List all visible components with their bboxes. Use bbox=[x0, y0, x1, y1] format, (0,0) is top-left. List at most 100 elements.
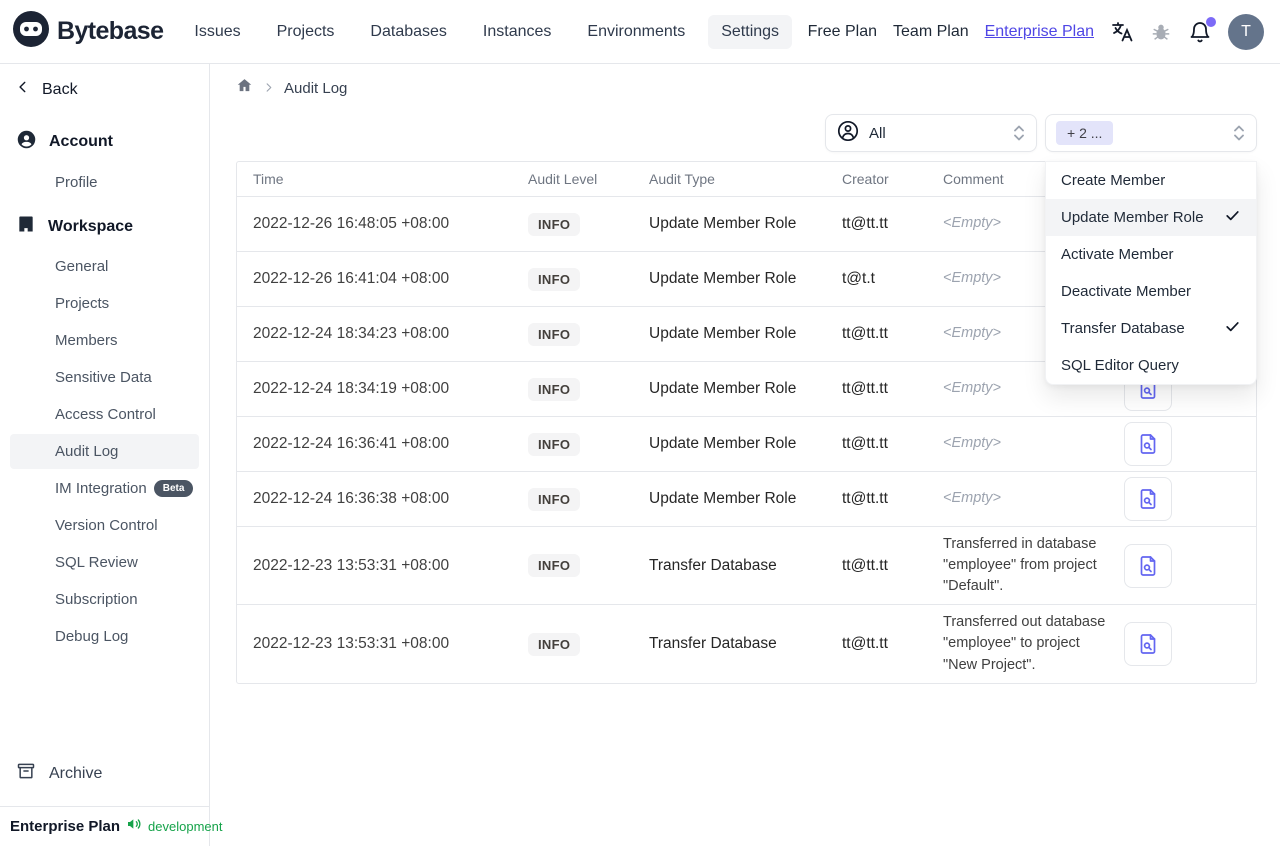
cell-creator: tt@tt.tt bbox=[842, 435, 888, 452]
sidebar-item-sql-review[interactable]: SQL Review bbox=[0, 545, 209, 580]
sidebar-item-version-control[interactable]: Version Control bbox=[0, 508, 209, 543]
account-items: Profile bbox=[0, 165, 209, 200]
notification-bell-icon[interactable] bbox=[1188, 16, 1216, 44]
sidebar-item-profile[interactable]: Profile bbox=[0, 165, 209, 200]
nav-item-issues[interactable]: Issues bbox=[181, 15, 253, 49]
view-detail-button[interactable] bbox=[1124, 543, 1172, 588]
check-icon bbox=[1224, 318, 1241, 339]
creator-filter-select[interactable]: All bbox=[825, 114, 1037, 152]
audit-log-row: 2022-12-23 13:53:31 +08:00 INFO Transfer D… bbox=[237, 605, 1256, 683]
creator-filter-value: All bbox=[869, 124, 886, 142]
sidebar-item-audit-log[interactable]: Audit Log bbox=[10, 434, 199, 469]
cell-audit-level: INFO bbox=[512, 212, 633, 236]
check-icon bbox=[1224, 207, 1241, 228]
cell-actions bbox=[1116, 477, 1256, 521]
team-plan-link[interactable]: Team Plan bbox=[893, 23, 969, 41]
audit-level-badge: INFO bbox=[528, 632, 581, 656]
nav-right: Free Plan Team Plan Enterprise Plan T bbox=[808, 13, 1264, 50]
audit-log-row: 2022-12-24 16:36:41 +08:00 INFO Update Mem… bbox=[237, 417, 1256, 472]
cell-time: 2022-12-26 16:41:04 +08:00 bbox=[253, 270, 450, 287]
current-plan-label: Enterprise Plan bbox=[10, 818, 121, 835]
select-chevrons-icon bbox=[1232, 124, 1246, 142]
user-avatar[interactable]: T bbox=[1228, 13, 1264, 50]
menu-item-label: Update Member Role bbox=[1061, 209, 1204, 226]
back-button[interactable]: Back bbox=[0, 76, 209, 103]
cell-audit-level: INFO bbox=[512, 267, 633, 291]
sidebar-item-general[interactable]: General bbox=[0, 249, 209, 284]
notification-dot bbox=[1206, 16, 1216, 27]
bytebase-logo-icon bbox=[12, 10, 50, 53]
cell-time: 2022-12-26 16:48:05 +08:00 bbox=[253, 215, 450, 232]
nav-item-databases[interactable]: Databases bbox=[357, 15, 460, 49]
archive-icon bbox=[16, 761, 36, 786]
cell-creator: tt@tt.tt bbox=[842, 490, 888, 507]
menu-item-label: Deactivate Member bbox=[1061, 283, 1192, 300]
translate-icon[interactable] bbox=[1110, 20, 1134, 44]
sidebar-item-members[interactable]: Members bbox=[0, 323, 209, 358]
sidebar-item-access-control[interactable]: Access Control bbox=[0, 397, 209, 432]
sidebar-item-archive[interactable]: Archive bbox=[0, 753, 209, 794]
sidebar-item-label: Debug Log bbox=[55, 628, 129, 645]
beta-badge: Beta bbox=[153, 480, 194, 497]
cell-audit-level: INFO bbox=[512, 632, 633, 656]
cell-audit-type: Update Member Role bbox=[649, 270, 797, 287]
cell-time: 2022-12-24 18:34:23 +08:00 bbox=[253, 325, 450, 342]
enterprise-plan-link[interactable]: Enterprise Plan bbox=[985, 23, 1094, 41]
sidebar-item-label: Access Control bbox=[55, 406, 156, 423]
nav-item-projects[interactable]: Projects bbox=[264, 15, 348, 49]
cell-time: 2022-12-23 13:53:31 +08:00 bbox=[253, 635, 450, 652]
sidebar-item-label: SQL Review bbox=[55, 554, 138, 571]
view-detail-button[interactable] bbox=[1124, 422, 1172, 466]
bug-report-icon[interactable] bbox=[1150, 21, 1172, 43]
free-plan-link[interactable]: Free Plan bbox=[808, 23, 877, 41]
menu-item-activate-member[interactable]: Activate Member bbox=[1046, 236, 1256, 273]
cell-creator: tt@tt.tt bbox=[842, 635, 888, 652]
column-header-audit-type: Audit Type bbox=[649, 171, 715, 187]
cell-time: 2022-12-24 16:36:41 +08:00 bbox=[253, 435, 450, 452]
announcement-speaker-icon bbox=[126, 816, 142, 837]
audit-level-badge: INFO bbox=[528, 267, 581, 291]
menu-item-sql-editor-query[interactable]: SQL Editor Query bbox=[1046, 347, 1256, 384]
sidebar-section-account: Account bbox=[0, 121, 209, 163]
cell-comment: Transferred out database "employee" to p… bbox=[943, 614, 1106, 673]
audit-type-filter-select[interactable]: + 2 ... bbox=[1045, 114, 1257, 152]
menu-item-label: SQL Editor Query bbox=[1061, 357, 1179, 374]
breadcrumb: Audit Log bbox=[236, 76, 1257, 100]
sidebar-item-label: Sensitive Data bbox=[55, 369, 152, 386]
archive-label: Archive bbox=[49, 764, 103, 782]
menu-item-create-member[interactable]: Create Member bbox=[1046, 162, 1256, 199]
view-detail-button[interactable] bbox=[1124, 477, 1172, 521]
nav-item-instances[interactable]: Instances bbox=[470, 15, 564, 49]
cell-creator: t@t.t bbox=[842, 270, 875, 287]
select-chevrons-icon bbox=[1012, 124, 1026, 142]
cell-audit-level: INFO bbox=[512, 554, 633, 577]
menu-item-transfer-database[interactable]: Transfer Database bbox=[1046, 310, 1256, 347]
sidebar-item-subscription[interactable]: Subscription bbox=[0, 582, 209, 617]
cell-audit-level: INFO bbox=[512, 322, 633, 346]
menu-item-update-member-role[interactable]: Update Member Role bbox=[1046, 199, 1256, 236]
view-detail-button[interactable] bbox=[1124, 622, 1172, 666]
nav-item-settings[interactable]: Settings bbox=[708, 14, 793, 49]
audit-level-badge: INFO bbox=[528, 322, 581, 346]
home-icon[interactable] bbox=[236, 77, 253, 99]
cell-audit-type: Transfer Database bbox=[649, 635, 777, 652]
menu-item-label: Activate Member bbox=[1061, 246, 1174, 263]
breadcrumb-current: Audit Log bbox=[284, 79, 348, 97]
sidebar-item-sensitive-data[interactable]: Sensitive Data bbox=[0, 360, 209, 395]
audit-log-page: Audit Log All + 2 ... Time Audit Level A… bbox=[210, 64, 1280, 846]
bytebase-logo[interactable]: Bytebase bbox=[12, 10, 164, 53]
settings-sidebar: Back Account Profile Workspace General Pr… bbox=[0, 64, 223, 846]
sidebar-footer: Enterprise Plan development bbox=[0, 806, 223, 846]
cell-time: 2022-12-24 16:36:38 +08:00 bbox=[253, 490, 450, 507]
sidebar-item-debug-log[interactable]: Debug Log bbox=[0, 619, 209, 654]
sidebar-item-label: Profile bbox=[55, 174, 98, 191]
audit-log-row: 2022-12-24 16:36:38 +08:00 INFO Update Mem… bbox=[237, 472, 1256, 527]
user-circle-icon bbox=[836, 119, 860, 148]
menu-item-deactivate-member[interactable]: Deactivate Member bbox=[1046, 273, 1256, 310]
sidebar-item-projects[interactable]: Projects bbox=[0, 286, 209, 321]
nav-item-environments[interactable]: Environments bbox=[574, 15, 698, 49]
audit-level-badge: INFO bbox=[528, 377, 581, 401]
cell-actions bbox=[1116, 543, 1256, 588]
sidebar-item-label: Audit Log bbox=[55, 443, 119, 460]
sidebar-item-im-integration[interactable]: IM Integration Beta bbox=[0, 471, 209, 506]
